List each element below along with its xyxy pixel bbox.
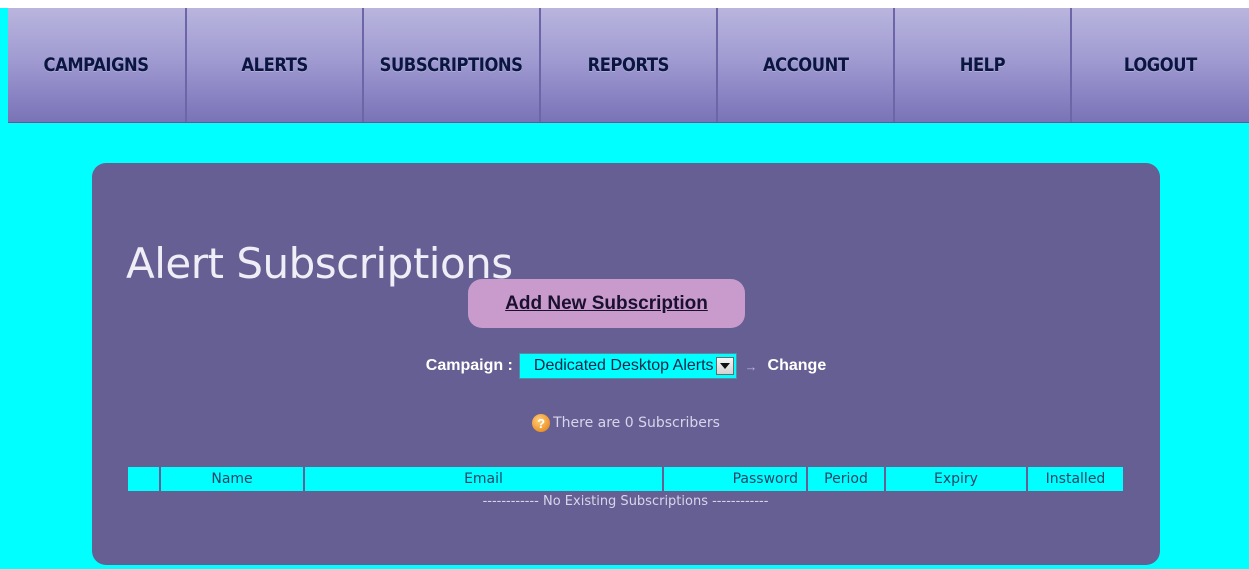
- column-header-installed[interactable]: Installed: [1027, 467, 1123, 491]
- column-header-expiry[interactable]: Expiry: [885, 467, 1028, 491]
- table-header-row: Name Email Password Period Expiry Instal…: [128, 467, 1123, 491]
- arrow-right-icon: →: [744, 358, 758, 374]
- nav-label: SUBSCRIPTIONS: [380, 54, 523, 76]
- nav-label: CAMPAIGNS: [43, 54, 150, 76]
- nav-label: ACCOUNT: [762, 54, 849, 76]
- page: CAMPAIGNS ALERTS SUBSCRIPTIONS REPORTS A…: [0, 0, 1249, 569]
- column-header-name[interactable]: Name: [160, 467, 305, 491]
- nav-item-account[interactable]: ACCOUNT: [718, 8, 895, 122]
- subscriptions-panel: Alert Subscriptions Add New Subscription…: [92, 163, 1160, 565]
- column-header-period[interactable]: Period: [807, 467, 886, 491]
- nav-item-subscriptions[interactable]: SUBSCRIPTIONS: [364, 8, 541, 122]
- column-header-select: [128, 467, 161, 491]
- page-title: Alert Subscriptions: [126, 239, 513, 289]
- nav-item-reports[interactable]: REPORTS: [541, 8, 718, 122]
- campaign-selector-row: Campaign : Dedicated Desktop Alerts → Ch…: [92, 351, 1160, 381]
- campaign-select[interactable]: Dedicated Desktop Alerts: [518, 353, 737, 379]
- nav-label: ALERTS: [241, 54, 308, 76]
- add-subscription-button[interactable]: Add New Subscription: [468, 279, 745, 328]
- empty-table-message: ------------ No Existing Subscriptions -…: [482, 493, 769, 509]
- subscriber-count-row: ? There are 0 Subscribers: [92, 412, 1160, 434]
- campaign-label: Campaign :: [425, 357, 513, 374]
- nav-item-campaigns[interactable]: CAMPAIGNS: [8, 8, 187, 122]
- campaign-select-value: Dedicated Desktop Alerts: [533, 357, 714, 374]
- nav-item-logout[interactable]: LOGOUT: [1072, 8, 1249, 122]
- change-campaign-link[interactable]: Change: [768, 357, 827, 375]
- main-nav: CAMPAIGNS ALERTS SUBSCRIPTIONS REPORTS A…: [8, 8, 1249, 123]
- top-strip: [0, 0, 1249, 8]
- column-header-email[interactable]: Email: [304, 467, 664, 491]
- chevron-down-icon[interactable]: [715, 357, 734, 375]
- add-subscription-label: Add New Subscription: [505, 292, 708, 314]
- column-header-password[interactable]: Password: [663, 467, 808, 491]
- nav-label: HELP: [959, 54, 1006, 76]
- nav-label: REPORTS: [587, 54, 670, 76]
- table-row: ------------ No Existing Subscriptions -…: [128, 491, 1123, 511]
- nav-item-help[interactable]: HELP: [895, 8, 1072, 122]
- nav-item-alerts[interactable]: ALERTS: [187, 8, 364, 122]
- subscriber-count-text: There are 0 Subscribers: [553, 415, 720, 431]
- nav-label: LOGOUT: [1124, 54, 1197, 76]
- subscriptions-table: Name Email Password Period Expiry Instal…: [128, 467, 1123, 511]
- question-icon[interactable]: ?: [532, 414, 551, 432]
